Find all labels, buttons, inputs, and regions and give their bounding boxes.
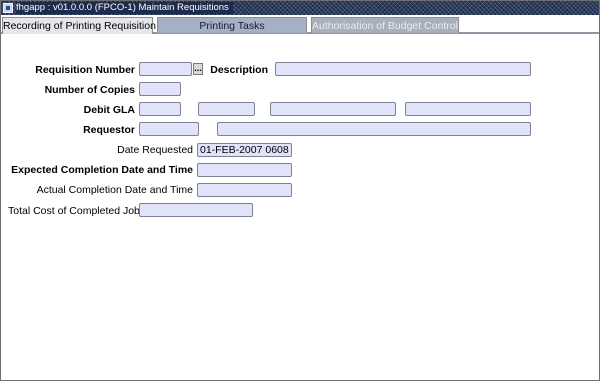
total-cost-input[interactable] xyxy=(139,203,253,217)
date-requested-label: Date Requested xyxy=(117,144,193,156)
window-title: fhgapp : v01.0.0.0 (FPCO-1) Maintain Req… xyxy=(16,2,233,14)
tab-strip: Recording of Printing Requisition Printi… xyxy=(1,17,599,34)
title-bar[interactable]: fhgapp : v01.0.0.0 (FPCO-1) Maintain Req… xyxy=(1,1,599,15)
number-of-copies-label: Number of Copies xyxy=(44,84,135,96)
requisition-number-input[interactable] xyxy=(139,62,192,76)
actual-completion-label: Actual Completion Date and Time xyxy=(36,184,193,196)
date-requested-input[interactable]: 01-FEB-2007 0608 xyxy=(197,143,292,157)
description-label: Description xyxy=(210,64,268,76)
tab-authorisation-of-budget-control: Authorisation of Budget Control xyxy=(311,17,459,33)
expected-completion-input[interactable] xyxy=(197,163,292,177)
app-icon xyxy=(3,3,13,13)
description-input[interactable] xyxy=(275,62,531,76)
requestor-code-input[interactable] xyxy=(139,122,199,136)
requisition-lov-button[interactable]: ... xyxy=(193,63,203,75)
app-window: fhgapp : v01.0.0.0 (FPCO-1) Maintain Req… xyxy=(0,0,600,381)
requisition-number-label: Requisition Number xyxy=(35,64,135,76)
number-of-copies-input[interactable] xyxy=(139,82,181,96)
debit-gla-segment-4[interactable] xyxy=(405,102,531,116)
debit-gla-segment-3[interactable] xyxy=(270,102,396,116)
total-cost-label: Total Cost of Completed Jobs xyxy=(8,205,146,217)
debit-gla-segment-1[interactable] xyxy=(139,102,181,116)
tab-printing-tasks[interactable]: Printing Tasks xyxy=(157,17,307,33)
actual-completion-input[interactable] xyxy=(197,183,292,197)
expected-completion-label: Expected Completion Date and Time xyxy=(11,164,193,176)
debit-gla-label: Debit GLA xyxy=(83,104,135,116)
debit-gla-segment-2[interactable] xyxy=(198,102,255,116)
requestor-name-input[interactable] xyxy=(217,122,531,136)
tab-recording-of-printing-requisition[interactable]: Recording of Printing Requisition xyxy=(2,17,156,34)
requestor-label: Requestor xyxy=(83,124,135,136)
